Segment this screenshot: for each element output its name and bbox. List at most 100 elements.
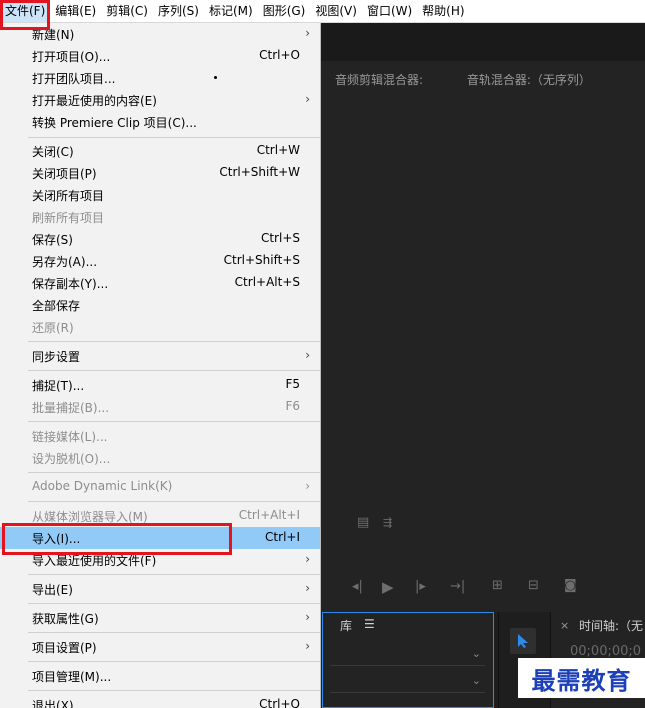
menu-item-label: Adobe Dynamic Link(K) (32, 479, 173, 493)
camera-icon[interactable]: ◙ (564, 578, 577, 593)
tab-library[interactable]: 库 (340, 617, 352, 634)
menu-item-make-offline: 设为脱机(O)... (0, 447, 320, 469)
chevron-down-icon: ⌄ (471, 647, 481, 660)
menu-item-label: 项目管理(M)... (32, 670, 112, 684)
insert-icon[interactable]: ⇶ (383, 516, 392, 529)
panel-menu-icon[interactable]: ☰ (364, 617, 375, 631)
step-back-icon[interactable]: ◂| (352, 579, 363, 594)
menu-separator (28, 690, 320, 691)
menu-graphics[interactable]: 图形(G) (258, 0, 311, 22)
menu-item-open-team-project[interactable]: 打开团队项目... (0, 67, 320, 89)
chevron-right-icon: › (305, 581, 310, 595)
play-icon[interactable]: ▶ (382, 578, 394, 596)
menu-item-close[interactable]: 关闭(C) Ctrl+W (0, 140, 320, 162)
menu-item-shortcut: F5 (285, 377, 300, 391)
export-frame-icon[interactable]: ▤ (357, 515, 369, 530)
menu-bar: 文件(F) 编辑(E) 剪辑(C) 序列(S) 标记(M) 图形(G) 视图(V… (0, 0, 645, 23)
menu-item-label: 打开最近使用的内容(E) (32, 94, 157, 108)
menu-item-capture[interactable]: 捕捉(T)... F5 (0, 374, 320, 396)
app-workspace (320, 23, 645, 708)
chevron-right-icon: › (305, 552, 310, 566)
menu-item-label: 还原(R) (32, 321, 74, 335)
menu-item-import[interactable]: 导入(I)... Ctrl+I (0, 527, 320, 549)
menu-item-export[interactable]: 导出(E) › (0, 578, 320, 600)
menu-item-link-media: 链接媒体(L)... (0, 425, 320, 447)
menu-item-label: 打开团队项目... (32, 72, 116, 86)
close-icon[interactable]: × (560, 619, 569, 632)
timecode-display: 00;00;00;0 (570, 644, 642, 659)
menu-separator (28, 472, 320, 473)
menu-item-open-recent[interactable]: 打开最近使用的内容(E) › (0, 89, 320, 111)
menu-item-label: 设为脱机(O)... (32, 452, 111, 466)
menu-item-label: 导入(I)... (32, 532, 81, 546)
menu-item-close-all-projects[interactable]: 关闭所有项目 (0, 184, 320, 206)
menu-help[interactable]: 帮助(H) (417, 0, 469, 22)
lift-icon[interactable]: ⊞ (492, 578, 503, 593)
menu-item-shortcut: Ctrl+O (259, 48, 300, 62)
menu-item-new[interactable]: 新建(N) › (0, 23, 320, 45)
menu-item-exit[interactable]: 退出(X) Ctrl+Q (0, 694, 320, 708)
library-search-dropdown[interactable]: ⌄ (330, 672, 485, 693)
extract-icon[interactable]: ⊟ (528, 578, 539, 593)
chevron-right-icon: › (305, 92, 310, 106)
menu-item-shortcut: Ctrl+Shift+W (219, 165, 300, 179)
menu-item-close-project[interactable]: 关闭项目(P) Ctrl+Shift+W (0, 162, 320, 184)
go-to-out-icon[interactable]: →| (450, 579, 465, 594)
timeline-title[interactable]: 时间轴:（无 (579, 617, 643, 634)
workspace-header (320, 23, 645, 61)
menu-item-label: 同步设置 (32, 350, 81, 364)
chevron-right-icon: › (305, 26, 310, 40)
menu-markers[interactable]: 标记(M) (204, 0, 258, 22)
menu-separator (28, 137, 320, 138)
menu-item-import-recent-file[interactable]: 导入最近使用的文件(F) › (0, 549, 320, 571)
tab-audio-clip-mixer[interactable]: 音频剪辑混合器: (335, 73, 423, 87)
step-forward-icon[interactable]: |▸ (415, 579, 426, 594)
menu-item-label: 导入最近使用的文件(F) (32, 554, 157, 568)
menu-item-adobe-dynamic-link: Adobe Dynamic Link(K) › (0, 476, 320, 498)
tab-audio-track-mixer[interactable]: 音轨混合器:（无序列） (467, 73, 591, 87)
menu-item-shortcut: Ctrl+I (265, 530, 300, 544)
watermark-logo: 最需教育 (518, 658, 645, 698)
menu-item-refresh-all-projects: 刷新所有项目 (0, 206, 320, 228)
cursor-dot (214, 76, 217, 79)
chevron-down-icon: ⌄ (471, 674, 481, 687)
menu-item-label: 导出(E) (32, 583, 73, 597)
menu-separator (28, 501, 320, 502)
menu-item-convert-premiere-clip[interactable]: 转换 Premiere Clip 项目(C)... (0, 111, 320, 133)
menu-item-label: 关闭所有项目 (32, 189, 105, 203)
menu-item-label: 项目设置(P) (32, 641, 97, 655)
menu-edit[interactable]: 编辑(E) (50, 0, 101, 22)
menu-item-project-manager[interactable]: 项目管理(M)... (0, 665, 320, 687)
library-dropdown[interactable]: ⌄ (330, 645, 485, 666)
menu-separator (28, 370, 320, 371)
menu-item-shortcut: Ctrl+Alt+I (238, 508, 300, 522)
menu-item-label: 保存副本(Y)... (32, 277, 109, 291)
menu-item-label: 捕捉(T)... (32, 379, 85, 393)
menu-separator (28, 603, 320, 604)
menu-item-label: 批量捕捉(B)... (32, 401, 110, 415)
menu-item-save-all[interactable]: 全部保存 (0, 294, 320, 316)
menu-window[interactable]: 窗口(W) (362, 0, 417, 22)
menu-sequence[interactable]: 序列(S) (153, 0, 204, 22)
menu-item-sync-settings[interactable]: 同步设置 › (0, 345, 320, 367)
chevron-right-icon: › (305, 610, 310, 624)
menu-item-label: 转换 Premiere Clip 项目(C)... (32, 116, 197, 130)
menu-item-save-copy[interactable]: 保存副本(Y)... Ctrl+Alt+S (0, 272, 320, 294)
menu-separator (28, 632, 320, 633)
menu-item-label: 关闭项目(P) (32, 167, 97, 181)
selection-tool-button[interactable] (510, 628, 536, 654)
menu-item-save[interactable]: 保存(S) Ctrl+S (0, 228, 320, 250)
menu-item-save-as[interactable]: 另存为(A)... Ctrl+Shift+S (0, 250, 320, 272)
menu-separator (28, 341, 320, 342)
menu-item-shortcut: Ctrl+W (256, 143, 300, 157)
menu-item-import-from-media-browser: 从媒体浏览器导入(M) Ctrl+Alt+I (0, 505, 320, 527)
menu-view[interactable]: 视图(V) (310, 0, 362, 22)
menu-item-get-properties[interactable]: 获取属性(G) › (0, 607, 320, 629)
menu-clip[interactable]: 剪辑(C) (101, 0, 153, 22)
menu-item-label: 退出(X) (32, 699, 74, 708)
menu-file[interactable]: 文件(F) (0, 0, 51, 22)
chevron-right-icon: › (305, 348, 310, 362)
menu-item-open-project[interactable]: 打开项目(O)... Ctrl+O (0, 45, 320, 67)
menu-item-shortcut: Ctrl+Q (259, 697, 300, 708)
menu-item-project-settings[interactable]: 项目设置(P) › (0, 636, 320, 658)
